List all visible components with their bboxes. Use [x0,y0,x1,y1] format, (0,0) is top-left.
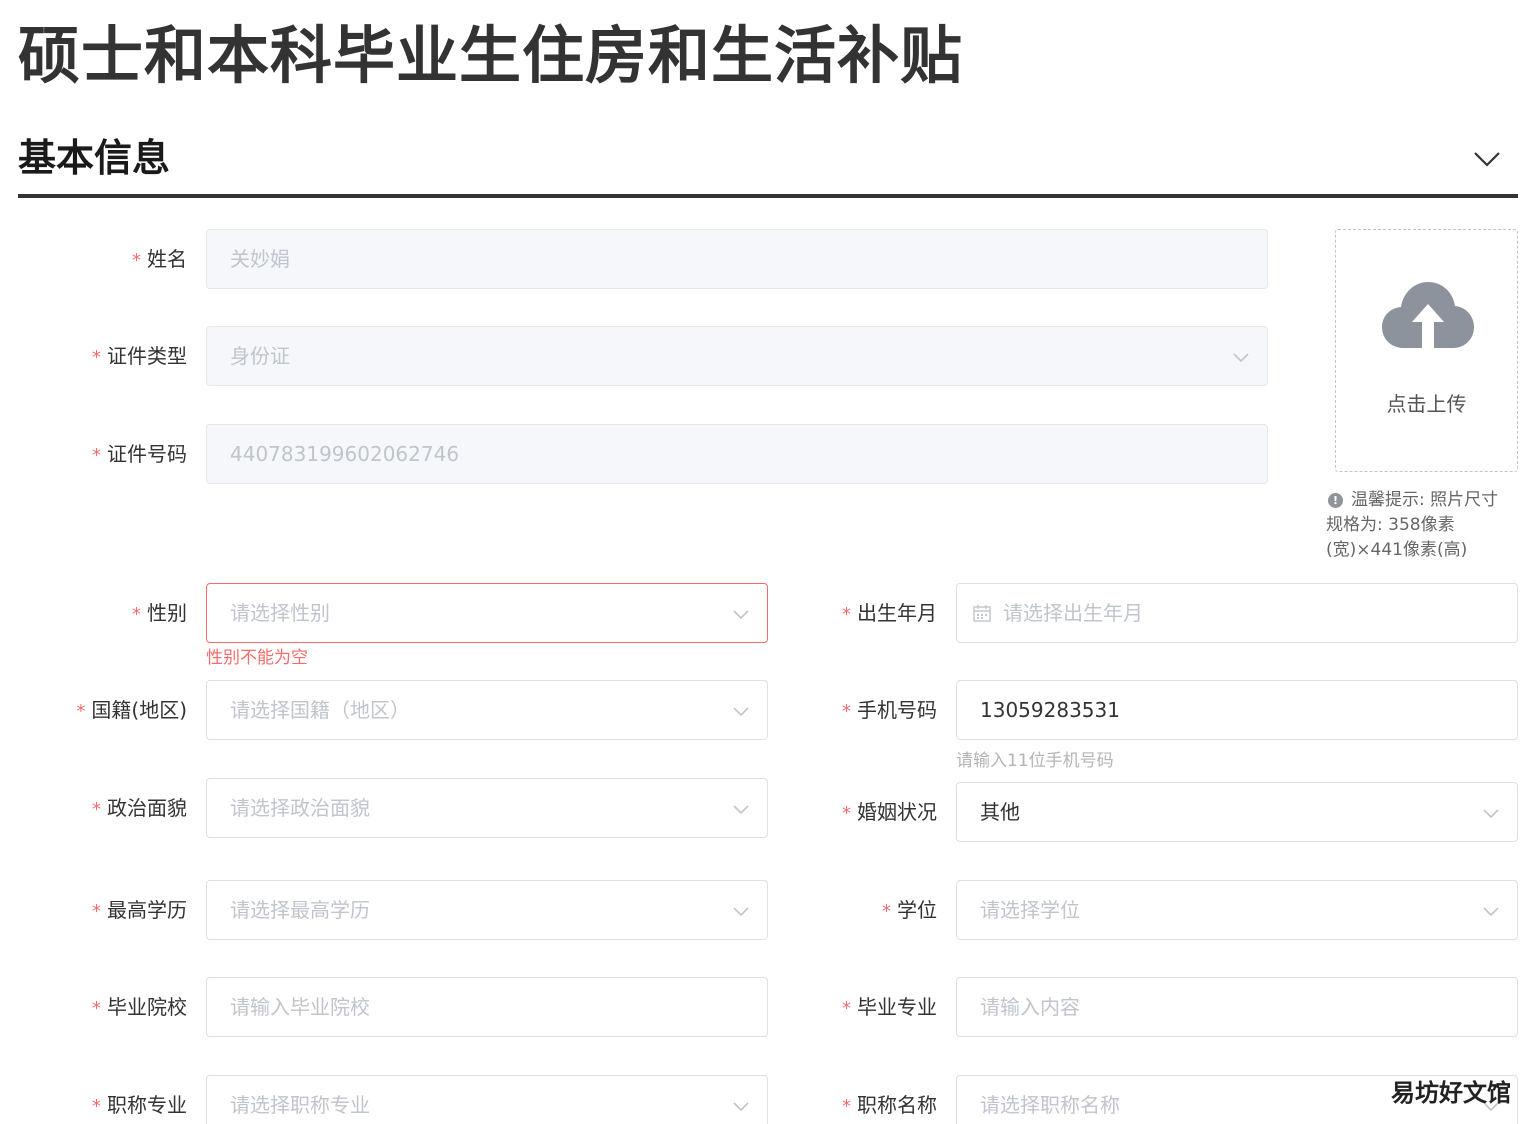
political-placeholder: 请选择政治面貌 [230,796,370,820]
education-placeholder: 请选择最高学历 [230,898,370,922]
title-major-label-text: 职称专业 [107,1093,187,1117]
required-mark: * [132,250,141,271]
title-name-label-text: 职称名称 [857,1093,937,1117]
photo-size-tip: ! 温馨提示: 照片尺寸 规格为: 358像素 (宽)×441像素(高) [1326,488,1516,563]
section-header-basic-info[interactable]: 基本信息 [18,128,1518,198]
nationality-select[interactable]: 请选择国籍（地区） [206,680,768,740]
name-label: * 姓名 [30,229,187,289]
education-select[interactable]: 请选择最高学历 [206,880,768,940]
degree-label-text: 学位 [897,898,937,922]
calendar-icon [973,605,991,622]
political-label: * 政治面貌 [30,778,187,838]
cloud-upload-icon [1382,282,1474,348]
major-label-text: 毕业专业 [857,995,937,1019]
degree-placeholder: 请选择学位 [980,898,1080,922]
marital-select[interactable]: 其他 [956,782,1518,842]
gender-error: 性别不能为空 [206,648,308,668]
degree-label: * 学位 [780,880,937,940]
chevron-down-icon [733,1102,749,1112]
school-label: * 毕业院校 [30,977,187,1037]
phone-label: * 手机号码 [780,680,937,740]
school-label-text: 毕业院校 [107,995,187,1019]
birth-label-text: 出生年月 [857,601,937,625]
major-placeholder: 请输入内容 [980,995,1080,1019]
phone-hint: 请输入11位手机号码 [956,751,1114,771]
id-number-value: 440783199602062746 [230,442,460,466]
gender-select[interactable]: 请选择性别 [206,583,768,643]
id-type-label-text: 证件类型 [107,344,187,368]
nationality-label: * 国籍(地区) [30,680,187,740]
major-input[interactable]: 请输入内容 [956,977,1518,1037]
chevron-down-icon [1483,907,1499,917]
phone-label-text: 手机号码 [857,698,937,722]
title-major-placeholder: 请选择职称专业 [230,1093,370,1117]
section-title: 基本信息 [18,136,171,180]
required-mark: * [92,445,101,466]
education-label-text: 最高学历 [107,898,187,922]
political-select[interactable]: 请选择政治面貌 [206,778,768,838]
required-mark: * [92,347,101,368]
nationality-label-text: 国籍(地区) [91,698,187,722]
chevron-down-icon [733,610,749,620]
required-mark: * [842,604,851,625]
required-mark: * [92,998,101,1019]
chevron-down-icon[interactable] [1472,144,1502,174]
id-type-label: * 证件类型 [30,326,187,386]
gender-label: * 性别 [30,583,187,643]
marital-value: 其他 [980,800,1020,824]
phone-input[interactable]: 13059283531 [956,680,1518,740]
marital-label: * 婚姻状况 [780,782,937,842]
id-type-select[interactable]: 身份证 [206,326,1268,386]
photo-upload-button[interactable]: 点击上传 [1335,229,1518,472]
gender-label-text: 性别 [147,601,187,625]
required-mark: * [92,1096,101,1117]
required-mark: * [92,799,101,820]
required-mark: * [92,901,101,922]
gender-placeholder: 请选择性别 [230,601,330,625]
id-number-label: * 证件号码 [30,424,187,484]
tip-line-1: 温馨提示: 照片尺寸 [1351,490,1499,510]
chevron-down-icon [733,707,749,717]
birth-date-picker[interactable]: 请选择出生年月 [956,583,1518,643]
chevron-down-icon [1483,809,1499,819]
title-name-placeholder: 请选择职称名称 [980,1093,1120,1117]
education-label: * 最高学历 [30,880,187,940]
tip-line-2: 规格为: 358像素 [1326,515,1455,535]
tip-line-3: (宽)×441像素(高) [1326,540,1468,560]
school-input[interactable]: 请输入毕业院校 [206,977,768,1037]
required-mark: * [842,701,851,722]
required-mark: * [842,998,851,1019]
birth-placeholder: 请选择出生年月 [1003,601,1143,625]
title-major-label: * 职称专业 [30,1075,187,1124]
required-mark: * [882,901,891,922]
info-icon: ! [1328,493,1343,508]
major-label: * 毕业专业 [780,977,937,1037]
name-label-text: 姓名 [147,247,187,271]
chevron-down-icon [1233,353,1249,363]
required-mark: * [132,604,141,625]
name-value: 关妙娟 [230,247,290,271]
page-title: 硕士和本科毕业生住房和生活补贴 [18,19,964,92]
marital-label-text: 婚姻状况 [857,800,937,824]
nationality-placeholder: 请选择国籍（地区） [230,698,410,722]
phone-value: 13059283531 [980,698,1120,722]
id-type-value: 身份证 [230,344,290,368]
required-mark: * [76,701,86,722]
title-major-select[interactable]: 请选择职称专业 [206,1075,768,1124]
chevron-down-icon [733,805,749,815]
school-placeholder: 请输入毕业院校 [230,995,370,1019]
birth-label: * 出生年月 [780,583,937,643]
upload-label: 点击上传 [1386,392,1467,416]
degree-select[interactable]: 请选择学位 [956,880,1518,940]
title-name-label: * 职称名称 [780,1075,937,1124]
name-input[interactable]: 关妙娟 [206,229,1268,289]
id-number-input[interactable]: 440783199602062746 [206,424,1268,484]
watermark: 易坊好文馆 [1391,1079,1511,1107]
required-mark: * [842,1096,851,1117]
political-label-text: 政治面貌 [107,796,187,820]
required-mark: * [842,803,851,824]
chevron-down-icon [733,907,749,917]
id-number-label-text: 证件号码 [107,442,187,466]
